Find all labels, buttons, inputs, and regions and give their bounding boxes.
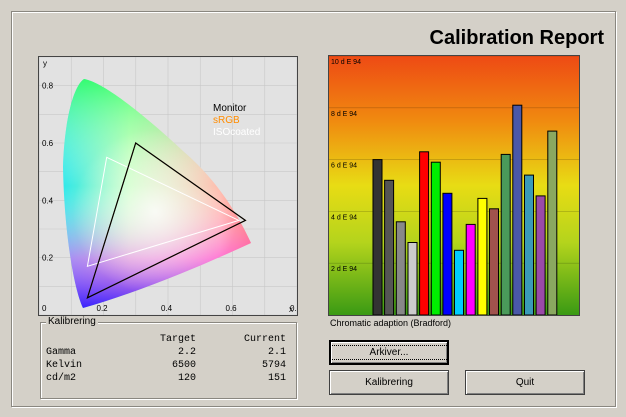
delta-e-bar	[477, 197, 488, 315]
cie-gamut-plot: y x 0.80.60.40.200.20.40.60.8	[39, 57, 297, 315]
legend-isocoated: ISOcoated	[213, 127, 261, 138]
delta-e-bar	[430, 161, 441, 315]
y-axis-label: y	[43, 59, 47, 68]
current-value: 151	[267, 373, 286, 384]
quit-button[interactable]: Quit	[465, 370, 585, 395]
archive-button[interactable]: Arkiver...	[328, 340, 450, 365]
legend-srgb: sRGB	[213, 115, 240, 126]
delta-e-bar	[384, 179, 395, 315]
calibration-group-title: Kalibrering	[46, 316, 98, 327]
delta-e-bar	[547, 130, 558, 315]
y-tick-label: 2 d E 94	[331, 266, 357, 273]
current-value: 5794	[261, 360, 286, 371]
calibration-table: Target Current Gamma 2.2 2.1 Kelvin 6500…	[46, 333, 286, 385]
y-tick-label: 4 d E 94	[331, 214, 357, 221]
table-row: Kelvin 6500 5794	[46, 359, 286, 372]
target-value: 6500	[171, 360, 196, 371]
current-value: 2.1	[267, 347, 286, 358]
header-blank	[46, 333, 121, 346]
x-tick-label: 0.4	[161, 304, 173, 313]
y-tick-label: 8 d E 94	[331, 111, 357, 118]
delta-e-bar	[512, 104, 523, 315]
delta-e-bar	[489, 208, 499, 315]
chart-caption: Chromatic adaption (Bradford)	[330, 318, 452, 328]
archive-button-label: Arkiver...	[328, 345, 450, 360]
y-tick-label: 0.8	[42, 82, 54, 91]
x-tick-label: 0.2	[97, 304, 109, 313]
legend-monitor: Monitor	[213, 103, 247, 114]
delta-e-bar	[465, 223, 476, 315]
header-current: Current	[243, 334, 286, 345]
y-tick-label: 10 d E 94	[331, 59, 361, 66]
delta-e-bar	[500, 153, 511, 315]
cie-gamut-diagram: y x 0.80.60.40.200.20.40.60.8 Monitor sR…	[38, 56, 298, 316]
header-target: Target	[159, 334, 196, 345]
x-tick-label: 0.6	[226, 304, 238, 313]
y-tick-label: 0.6	[42, 139, 54, 148]
delta-e-bar	[372, 159, 383, 315]
x-tick-label: 0.8	[290, 304, 297, 313]
table-header-row: Target Current	[46, 333, 286, 346]
row-label: Kelvin	[46, 360, 83, 371]
row-label: cd/m2	[46, 373, 77, 384]
delta-e-bar	[454, 249, 464, 315]
table-row: cd/m2 120 151	[46, 372, 286, 385]
gamut-legend: Monitor sRGB ISOcoated	[213, 103, 260, 139]
delta-e-plot: 10 d E 94 8 d E 94 6 d E 94 4 d E 94 2 d E 9…	[329, 56, 579, 315]
y-tick-label: 6 d E 94	[331, 163, 357, 170]
y-tick-label: 0.4	[42, 196, 54, 205]
row-label: Gamma	[46, 347, 77, 358]
x-tick-label: 0	[42, 304, 47, 313]
page-title: Calibration Report	[429, 27, 604, 49]
y-tick-label: 0.2	[42, 254, 54, 263]
delta-e-bar-chart: 10 d E 94 8 d E 94 6 d E 94 4 d E 94 2 d E 9…	[328, 55, 580, 316]
delta-e-bar	[442, 192, 453, 315]
delta-e-bar	[407, 242, 418, 315]
delta-e-bar	[419, 151, 430, 315]
delta-e-bar	[524, 174, 534, 315]
target-value: 120	[177, 373, 196, 384]
table-row: Gamma 2.2 2.1	[46, 346, 286, 359]
calibrate-button[interactable]: Kalibrering	[329, 370, 449, 395]
delta-e-bar	[395, 221, 406, 315]
delta-e-bar	[535, 195, 546, 315]
target-value: 2.2	[177, 347, 196, 358]
